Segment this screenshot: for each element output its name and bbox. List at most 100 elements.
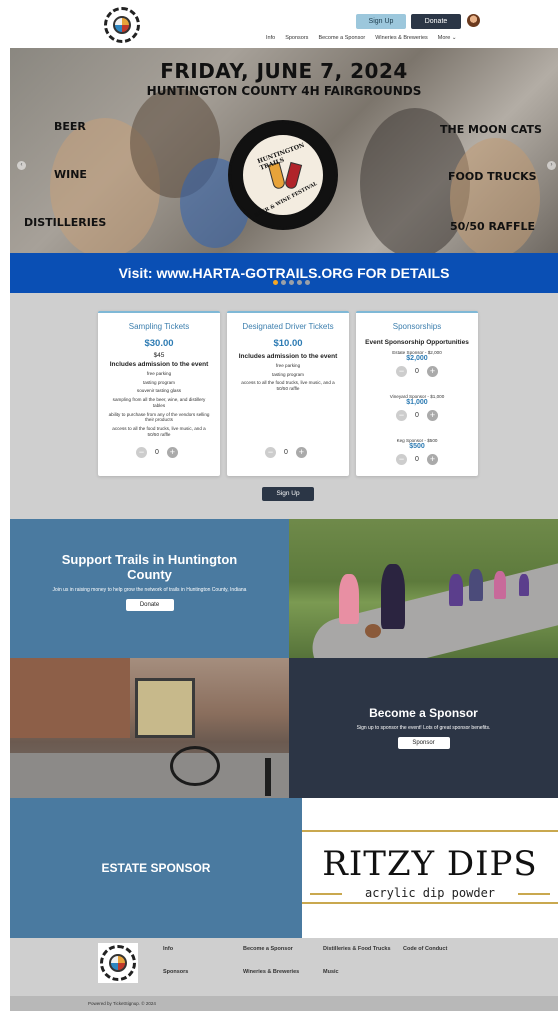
quantity-stepper: − 0 + [136, 447, 178, 458]
quantity-value[interactable]: 0 [415, 412, 419, 419]
header-donate-button[interactable]: Donate [411, 14, 461, 29]
nav-info[interactable]: Info [266, 35, 275, 41]
decrement-button[interactable]: − [396, 410, 408, 421]
hero-carousel: FRIDAY, JUNE 7, 2024 HUNTINGTON COUNTY 4… [10, 48, 558, 253]
footer-link-music[interactable]: Music [323, 969, 339, 975]
tickets-signup-button[interactable]: Sign Up [262, 487, 314, 501]
site-logo [100, 945, 136, 981]
user-avatar[interactable] [467, 14, 480, 27]
decrement-button[interactable]: − [396, 454, 408, 465]
card-heading: Includes admission to the event [238, 353, 338, 360]
sponsor-level-vineyard: Vineyard Sponsor - $1,000 $1,000 − 0 + [356, 394, 478, 434]
become-sponsor-section: Become a Sponsor Sign up to sponsor the … [289, 658, 558, 798]
nav-become-sponsor[interactable]: Become a Sponsor [318, 35, 365, 41]
bike-rack [265, 758, 271, 796]
quantity-value[interactable]: 0 [284, 449, 288, 456]
sponsor-level-price: $2,000 [406, 355, 428, 362]
carousel-dot[interactable] [305, 280, 310, 285]
header-signup-button[interactable]: Sign Up [356, 14, 406, 29]
card-heading: Includes admission to the event [109, 361, 209, 368]
sponsor-button[interactable]: Sponsor [397, 737, 450, 749]
sponsor-logo-title: RITZY DIPS [322, 844, 538, 884]
festival-badge-logo: HUNTINGTON TRAILS BEER & WINE FESTIVAL [228, 120, 338, 230]
support-text: Join us in raising money to help grow th… [52, 586, 247, 593]
quantity-stepper: − 0 + [356, 366, 478, 377]
site-header: Sign Up Donate Info Sponsors Become a Sp… [0, 0, 558, 48]
card-title: Sponsorships [392, 322, 442, 331]
carousel-dot[interactable] [297, 280, 302, 285]
brick-building [10, 658, 130, 738]
card-title: Designated Driver Tickets [242, 322, 334, 331]
footer-logo[interactable] [98, 943, 138, 983]
card-price: $10.00 [273, 338, 303, 349]
quantity-value[interactable]: 0 [415, 456, 419, 463]
increment-button[interactable]: + [426, 366, 438, 377]
powered-by-text: Powered by TicketSignup. © 2024 [10, 996, 558, 1011]
decrement-button[interactable]: − [265, 447, 276, 458]
card-heading: Event Sponsorship Opportunities [365, 339, 469, 346]
wine-glass-icon [283, 161, 303, 191]
quantity-value[interactable]: 0 [155, 449, 159, 456]
become-sponsor-title: Become a Sponsor [369, 706, 478, 720]
footer-link-info[interactable]: Info [163, 946, 173, 952]
carousel-dot[interactable] [281, 280, 286, 285]
carousel-prev-arrow-icon[interactable]: ‹ [17, 161, 26, 170]
hero-left-item: WINE [54, 168, 87, 181]
sampling-tickets-card: Sampling Tickets $30.00 $45 Includes adm… [98, 311, 220, 476]
visit-banner: Visit: www.HARTA-GOTRAILS.ORG FOR DETAIL… [10, 253, 558, 293]
card-feature: souvenir tasting glass [136, 388, 182, 394]
logo-glasses-icon [109, 954, 127, 972]
carousel-next-arrow-icon[interactable]: › [547, 161, 556, 170]
carousel-dot[interactable] [289, 280, 294, 285]
increment-button[interactable]: + [426, 454, 438, 465]
increment-button[interactable]: + [166, 447, 178, 458]
walker-figure [494, 571, 506, 599]
hero-subtitle: HUNTINGTON COUNTY 4H FAIRGROUNDS [146, 84, 422, 98]
sponsor-level-price: $500 [409, 443, 425, 450]
card-feature: free parking [146, 371, 172, 376]
sidewalk [10, 753, 289, 798]
card-feature: tasting program [272, 371, 304, 377]
increment-button[interactable]: + [426, 410, 438, 421]
nav-more-menu[interactable]: More ⌄ [438, 35, 457, 41]
footer-link-code-of-conduct[interactable]: Code of Conduct [403, 946, 447, 952]
walker-figure [449, 574, 463, 606]
carousel-dot[interactable] [273, 280, 278, 285]
card-feature: tasting program [143, 379, 175, 385]
nav-wineries-breweries[interactable]: Wineries & Breweries [375, 35, 428, 41]
card-title: Sampling Tickets [128, 322, 190, 331]
dog-figure [365, 624, 381, 638]
designated-driver-card: Designated Driver Tickets $10.00 Include… [227, 311, 349, 476]
decrement-button[interactable]: − [396, 366, 408, 377]
card-feature: access to all the food trucks, live musi… [241, 380, 335, 392]
sponsor-level-estate: Estate Sponsor - $2,000 $2,000 − 0 + [356, 350, 478, 390]
footer-link-sponsors[interactable]: Sponsors [163, 969, 188, 975]
card-original-price: $45 [153, 352, 165, 359]
site-logo[interactable] [104, 7, 140, 43]
trail-map-board [135, 678, 195, 738]
support-title: Support Trails in Huntington County [61, 552, 238, 582]
sponsor-level-price: $1,000 [406, 399, 428, 406]
main-nav: Info Sponsors Become a Sponsor Wineries … [266, 35, 456, 41]
hero-title: FRIDAY, JUNE 7, 2024 [160, 59, 408, 83]
site-footer: Info Sponsors Become a Sponsor Wineries … [10, 938, 558, 996]
footer-link-become-sponsor[interactable]: Become a Sponsor [243, 946, 293, 952]
card-feature: sampling from all the beer, wine, and di… [112, 397, 206, 408]
decrement-button[interactable]: − [136, 447, 147, 458]
trail-walkers-photo [289, 519, 558, 658]
hero-left-item: DISTILLERIES [24, 216, 107, 229]
card-feature: access to all the food trucks, live musi… [112, 426, 206, 437]
increment-button[interactable]: + [295, 447, 307, 458]
quantity-value[interactable]: 0 [415, 368, 419, 375]
nav-sponsors[interactable]: Sponsors [285, 35, 308, 41]
walker-figure [381, 564, 405, 629]
footer-link-distilleries[interactable]: Distilleries & Food Trucks [323, 946, 391, 952]
footer-link-wineries[interactable]: Wineries & Breweries [243, 969, 299, 975]
hero-right-item: FOOD TRUCKS [448, 170, 537, 183]
become-sponsor-text: Sign up to sponsor the event! Lots of gr… [356, 725, 491, 731]
ritzy-dips-sponsor-logo[interactable]: RITZY DIPS acrylic dip powder [302, 798, 558, 938]
support-donate-button[interactable]: Donate [125, 599, 174, 612]
sponsorships-card: Sponsorships Event Sponsorship Opportuni… [356, 311, 478, 476]
walker-figure [519, 574, 529, 596]
hero-photo-person [450, 138, 540, 253]
